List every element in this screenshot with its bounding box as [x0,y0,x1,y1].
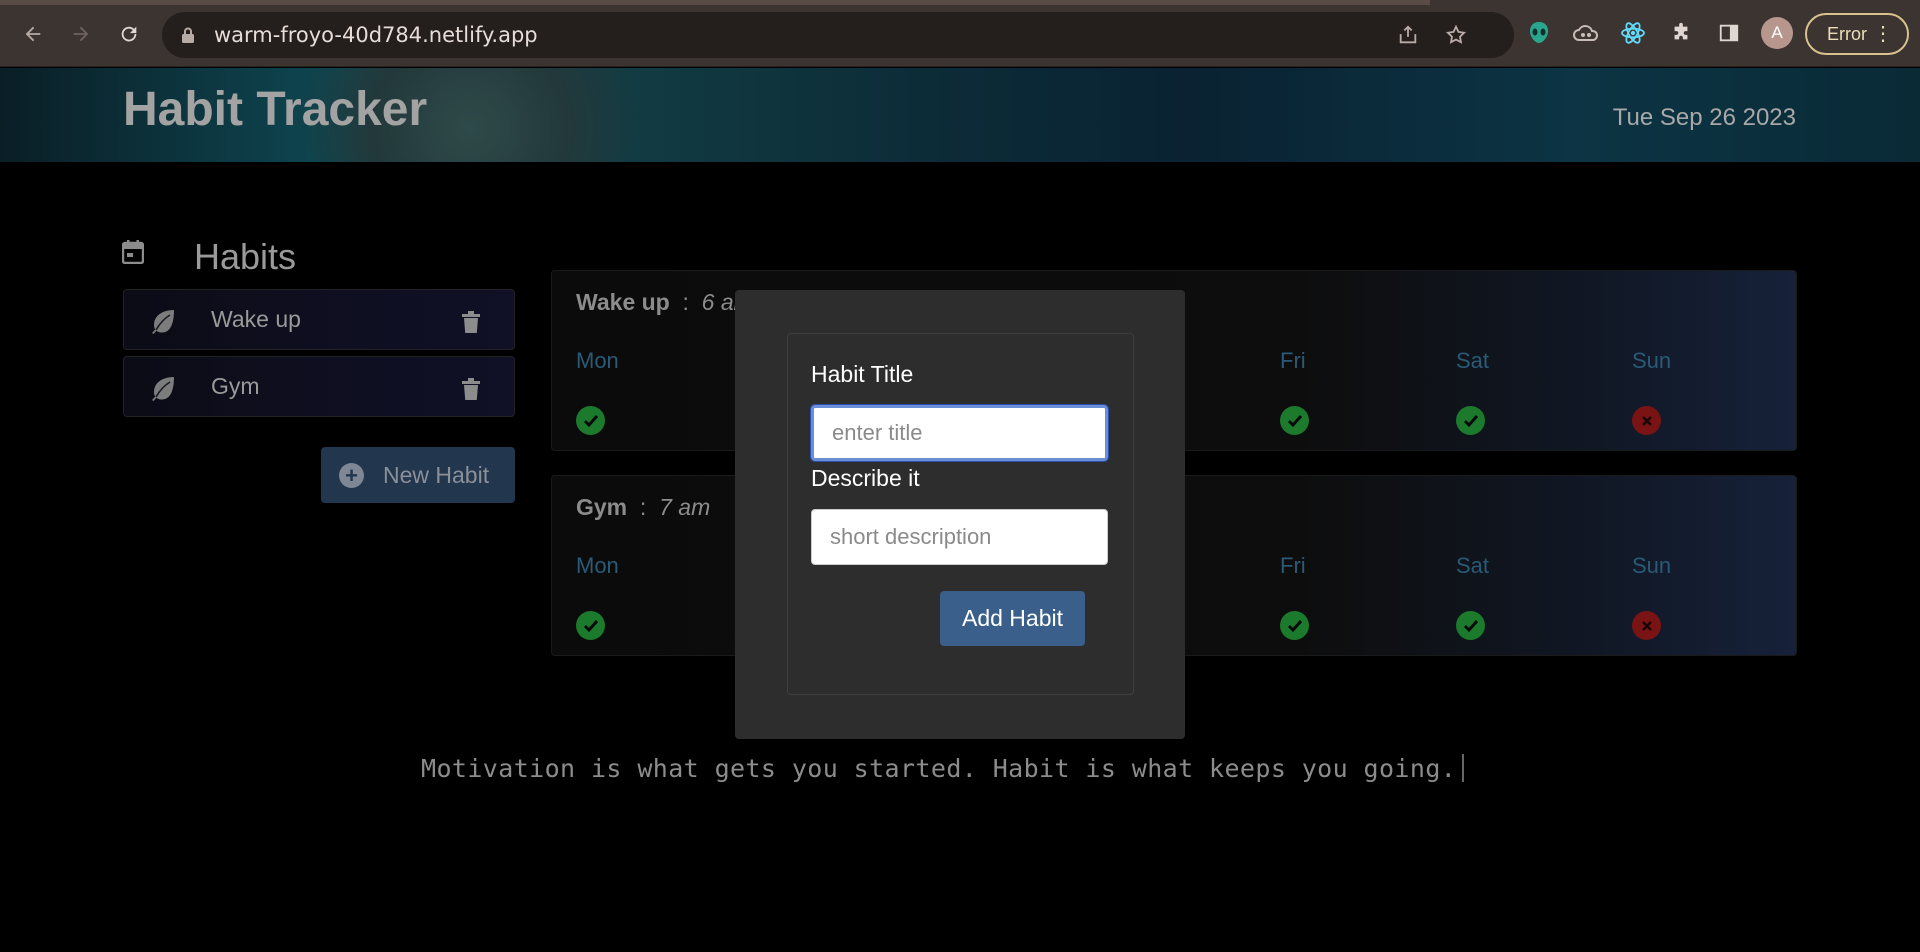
forward-icon[interactable] [65,18,97,50]
extension-alien-icon[interactable] [1525,19,1553,47]
star-icon[interactable] [1442,21,1470,49]
habit-card-title: Wake up : 6 am [576,289,753,315]
cross-missed-icon[interactable] [1632,406,1661,435]
day-label-mon: Mon [576,553,619,578]
day-label-sat: Sat [1456,348,1490,373]
typing-caret [1462,754,1465,782]
day-label-fri: Fri [1280,553,1306,578]
lock-icon[interactable] [182,27,194,43]
current-date: Tue Sep 26 2023 [1612,104,1796,131]
habit-name: Wake up [576,289,670,315]
leaf-icon [150,375,176,401]
motivation-quote: Motivation is what gets you started. Hab… [421,754,1465,783]
app-title: Habit Tracker [123,83,428,136]
more-icon[interactable]: ⋮ [1873,24,1893,44]
error-button[interactable]: Error ⋮ [1805,13,1909,55]
day-label-sun: Sun [1632,348,1672,373]
error-label: Error [1827,23,1867,44]
check-done-icon[interactable] [1280,611,1309,640]
check-done-icon[interactable] [1280,406,1309,435]
new-habit-label: New Habit [383,461,490,488]
trash-icon[interactable] [462,378,480,400]
habit-card-title: Gym : 7 am [576,494,711,520]
day-label-mon: Mon [576,348,619,373]
back-icon[interactable] [17,18,49,50]
check-done-icon[interactable] [1456,406,1485,435]
check-done-icon[interactable] [576,611,605,640]
habit-description-input[interactable] [811,509,1108,565]
react-devtools-icon[interactable] [1619,19,1647,47]
reload-icon[interactable] [113,18,145,50]
sidebar-item-label: Gym [211,373,260,399]
day-label-sat: Sat [1456,553,1490,578]
day-label-sun: Sun [1632,553,1672,578]
day-label-fri: Fri [1280,348,1306,373]
extension-cloud-icon[interactable] [1572,19,1600,47]
describe-label: Describe it [811,465,920,491]
sidebar-title: Habits [194,236,297,277]
habit-time: 7 am [659,494,711,520]
sidepanel-icon[interactable] [1715,19,1743,47]
avatar[interactable]: A [1761,17,1793,49]
share-icon[interactable] [1394,21,1422,49]
habit-name: Gym [576,494,628,520]
browser-toolbar: warm-froyo-40d784.netlify.app A Error ⋮ [0,0,1920,67]
trash-icon[interactable] [462,311,480,333]
plus-circle-icon: + [339,463,364,488]
sidebar-item-wake-up[interactable]: Wake up [123,289,515,350]
new-habit-button[interactable]: + New Habit [321,447,515,503]
habit-title-input[interactable] [810,404,1109,462]
sidebar-item-gym[interactable]: Gym [123,356,515,417]
url-text[interactable]: warm-froyo-40d784.netlify.app [214,23,538,47]
check-done-icon[interactable] [1456,611,1485,640]
address-bar[interactable]: warm-froyo-40d784.netlify.app [162,12,1514,58]
leaf-icon [150,308,176,334]
app-header: Habit Tracker Tue Sep 26 2023 [0,68,1920,162]
quote-text: Motivation is what gets you started. Hab… [421,754,1457,783]
sidebar-item-label: Wake up [211,306,301,332]
calendar-icon [121,240,145,265]
tab-strip [0,0,1430,5]
add-habit-button[interactable]: Add Habit [940,591,1085,646]
puzzle-icon[interactable] [1667,19,1695,47]
habit-title-label: Habit Title [811,361,914,387]
check-done-icon[interactable] [576,406,605,435]
cross-missed-icon[interactable] [1632,611,1661,640]
